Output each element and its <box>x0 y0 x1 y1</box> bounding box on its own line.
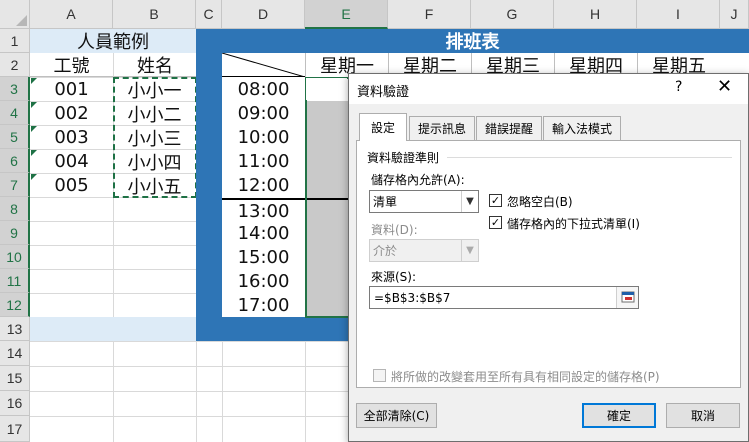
ignore-blank-checkbox[interactable]: ✓ <box>489 194 502 207</box>
apply-to-all-checkbox <box>373 369 386 382</box>
active-cell[interactable] <box>306 78 347 100</box>
tab-ime-mode[interactable]: 輸入法模式 <box>543 116 621 140</box>
dialog-title-bar[interactable]: 資料驗證 ? ✕ <box>349 74 748 104</box>
ignore-blank-label[interactable]: 忽略空白(B) <box>507 193 573 210</box>
tab-error-alert[interactable]: 錯誤提醒 <box>476 116 542 140</box>
people-footer-band <box>30 317 196 341</box>
row-header-17[interactable]: 17 <box>0 416 30 442</box>
section-divider <box>447 157 732 158</box>
time-cell[interactable]: 08:00 <box>222 78 305 101</box>
column-header-d[interactable]: D <box>222 0 305 29</box>
id-header-cell[interactable]: 工號 <box>30 53 113 77</box>
data-select: 介於 ▼ <box>369 239 479 262</box>
clear-all-button[interactable]: 全部清除(C) <box>356 403 437 428</box>
source-input[interactable]: =$B$3:$B$7 <box>369 286 639 309</box>
settings-panel: 資料驗證準則 儲存格內允許(A): 清單 ▼ ✓ 忽略空白(B) ✓ 儲存格內的… <box>356 140 741 388</box>
help-icon[interactable]: ? <box>675 79 682 95</box>
select-all-corner[interactable] <box>0 0 30 29</box>
column-header-g[interactable]: G <box>471 0 554 29</box>
row-header-3[interactable]: 3 <box>0 77 30 101</box>
row-header-13[interactable]: 13 <box>0 317 30 341</box>
people-title-cell[interactable]: 人員範例 <box>30 29 196 53</box>
tab-settings[interactable]: 設定 <box>359 113 407 141</box>
column-header-i[interactable]: I <box>637 0 720 29</box>
apply-to-all-label: 將所做的改變套用至所有具有相同設定的儲存格(P) <box>391 370 660 384</box>
ok-button[interactable]: 確定 <box>582 403 656 428</box>
time-cell[interactable]: 15:00 <box>222 246 305 269</box>
row-header-16[interactable]: 16 <box>0 391 30 416</box>
error-indicator <box>31 78 37 84</box>
error-indicator <box>31 174 37 180</box>
row-header-11[interactable]: 11 <box>0 269 30 293</box>
row-header-15[interactable]: 15 <box>0 366 30 391</box>
time-cell[interactable]: 13:00 <box>222 200 305 222</box>
time-cell[interactable]: 14:00 <box>222 222 305 245</box>
column-header-j[interactable]: J <box>720 0 749 29</box>
source-label: 來源(S): <box>371 270 417 284</box>
id-cell[interactable]: 001 <box>30 78 113 101</box>
row-header-1[interactable]: 1 <box>0 29 30 53</box>
chevron-down-icon: ▼ <box>461 240 478 261</box>
row-header-14[interactable]: 14 <box>0 341 30 366</box>
close-icon[interactable]: ✕ <box>717 76 732 97</box>
shift-title-cell[interactable]: 排班表 <box>196 29 749 53</box>
column-header-a[interactable]: A <box>30 0 113 29</box>
id-cell[interactable]: 004 <box>30 150 113 173</box>
row-header-5[interactable]: 5 <box>0 125 30 149</box>
time-cell[interactable]: 12:00 <box>222 174 305 197</box>
error-indicator <box>31 150 37 156</box>
error-indicator <box>31 126 37 132</box>
cancel-button[interactable]: 取消 <box>666 403 740 428</box>
time-cell[interactable]: 09:00 <box>222 102 305 125</box>
row-header-6[interactable]: 6 <box>0 149 30 173</box>
criteria-section-label: 資料驗證準則 <box>367 151 440 165</box>
data-validation-dialog: 資料驗證 ? ✕ 設定 提示訊息 錯誤提醒 輸入法模式 資料驗證準則 儲存格內允… <box>348 73 749 442</box>
copy-marquee <box>113 77 197 198</box>
row-header-12[interactable]: 12 <box>0 293 30 317</box>
in-cell-dropdown-label[interactable]: 儲存格內的下拉式清單(I) <box>507 215 640 232</box>
row-header-9[interactable]: 9 <box>0 221 30 245</box>
id-cell[interactable]: 005 <box>30 174 113 197</box>
id-cell[interactable]: 002 <box>30 102 113 125</box>
name-header-cell[interactable]: 姓名 <box>113 53 196 77</box>
tab-input-message[interactable]: 提示訊息 <box>409 116 475 140</box>
row-header-8[interactable]: 8 <box>0 197 30 221</box>
column-header-b[interactable]: B <box>113 0 196 29</box>
row-header-7[interactable]: 7 <box>0 173 30 197</box>
column-header-e[interactable]: E <box>305 0 388 29</box>
id-cell[interactable]: 003 <box>30 126 113 149</box>
allow-select[interactable]: 清單 ▼ <box>369 190 479 213</box>
row-header-2[interactable]: 2 <box>0 53 30 77</box>
range-selector-button[interactable] <box>616 287 638 308</box>
allow-select-value: 清單 <box>373 195 398 209</box>
allow-label: 儲存格內允許(A): <box>371 173 465 187</box>
range-selector-icon <box>621 291 635 303</box>
data-select-value: 介於 <box>373 244 398 258</box>
time-cell[interactable]: 17:00 <box>222 294 305 317</box>
dialog-title: 資料驗證 <box>357 85 410 100</box>
row-header-4[interactable]: 4 <box>0 101 30 125</box>
time-cell[interactable]: 16:00 <box>222 270 305 293</box>
data-label: 資料(D): <box>371 223 418 237</box>
column-header-h[interactable]: H <box>554 0 637 29</box>
error-indicator <box>31 102 37 108</box>
row-header-10[interactable]: 10 <box>0 245 30 269</box>
time-cell[interactable]: 11:00 <box>222 150 305 173</box>
column-header-c[interactable]: C <box>196 0 222 29</box>
in-cell-dropdown-checkbox[interactable]: ✓ <box>489 216 502 229</box>
chevron-down-icon[interactable]: ▼ <box>461 191 478 212</box>
time-cell[interactable]: 10:00 <box>222 126 305 149</box>
diagonal-header-cell <box>222 53 305 77</box>
source-input-value: =$B$3:$B$7 <box>374 290 451 305</box>
column-header-f[interactable]: F <box>388 0 471 29</box>
